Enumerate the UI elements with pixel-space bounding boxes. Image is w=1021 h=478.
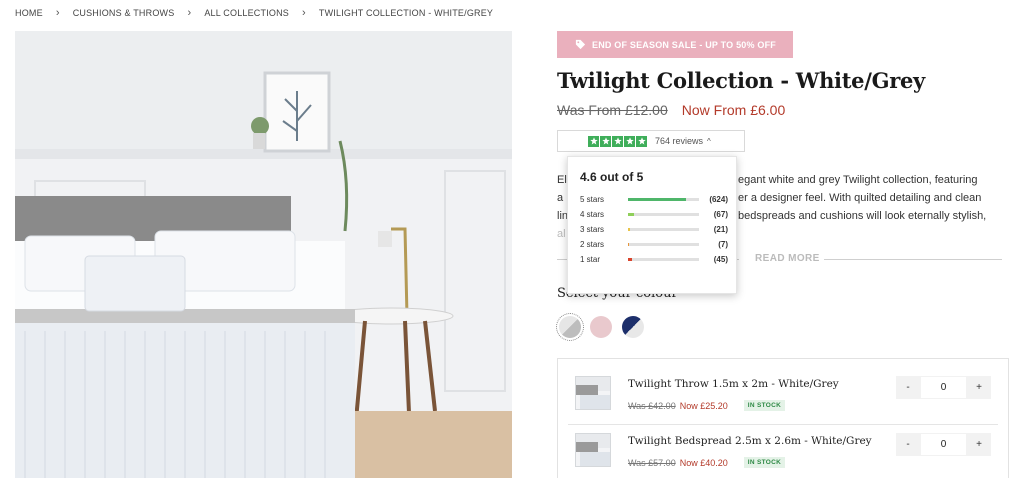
item-now-price: Now £25.20 [679, 400, 728, 411]
rating-row-count: (45) [713, 255, 728, 264]
breadcrumb-home[interactable]: HOME [15, 8, 43, 18]
rating-row-4[interactable]: 4 stars (67) [580, 210, 728, 220]
rating-row-1[interactable]: 1 star (45) [580, 255, 728, 265]
quantity-input[interactable]: 0 [920, 433, 967, 456]
rating-bar-track [628, 258, 699, 261]
stock-badge: IN STOCK [743, 457, 786, 468]
star-icon [624, 135, 635, 147]
rating-bar-fill [628, 198, 687, 201]
item-prices: Was £42.00 Now £25.20 IN STOCK [628, 400, 786, 411]
product-prices: Was From £12.00 Now From £6.00 [557, 102, 785, 118]
rating-bar-track [628, 198, 699, 201]
average-rating: 4.6 out of 5 [580, 170, 644, 184]
chevron-right-icon: › [187, 6, 192, 19]
item-now-price: Now £40.20 [679, 457, 728, 468]
description-fragment: egant white and grey Twilight collection… [738, 174, 978, 186]
quantity-stepper: - 0 + [896, 433, 991, 456]
sale-banner[interactable]: END OF SEASON SALE - UP TO 50% OFF [557, 31, 793, 58]
chevron-right-icon: › [55, 6, 60, 19]
rating-row-count: (21) [713, 225, 728, 234]
star-icon [612, 135, 623, 147]
rating-row-3[interactable]: 3 stars (21) [580, 225, 728, 235]
rating-row-label: 2 stars [580, 240, 605, 249]
decrement-button[interactable]: - [896, 376, 920, 399]
swatch-white-grey[interactable] [556, 313, 584, 341]
sale-banner-label: END OF SEASON SALE - UP TO 50% OFF [592, 39, 776, 50]
rating-row-label: 1 star [580, 255, 601, 264]
tag-icon [575, 39, 586, 50]
quantity-input[interactable]: 0 [920, 376, 967, 399]
rating-row-count: (624) [709, 195, 728, 204]
rating-bar-track [628, 213, 699, 216]
item-was-price: Was £57.00 [628, 457, 676, 468]
star-icon [600, 135, 611, 147]
item-was-price: Was £42.00 [628, 400, 676, 411]
increment-button[interactable]: + [967, 376, 991, 399]
collection-items: Twilight Throw 1.5m x 2m - White/Grey Wa… [557, 358, 1009, 478]
product-title: Twilight Collection - White/Grey [557, 68, 925, 93]
list-item: Twilight Bedspread 2.5m x 2.6m - White/G… [558, 424, 1008, 478]
breadcrumb-current: TWILIGHT COLLECTION - WHITE/GREY [318, 8, 494, 18]
breadcrumb-all-collections[interactable]: ALL COLLECTIONS [204, 8, 289, 18]
rating-row-label: 3 stars [580, 225, 605, 234]
now-price: Now From £6.00 [681, 102, 786, 118]
rating-row-count: (7) [718, 240, 728, 249]
description-fragment: bedspreads and cushions will look eterna… [738, 210, 987, 222]
star-rating [588, 135, 647, 147]
rating-row-label: 5 stars [580, 195, 605, 204]
decrement-button[interactable]: - [896, 433, 920, 456]
star-icon [636, 135, 647, 147]
description-fragment: a [557, 192, 564, 204]
quantity-stepper: - 0 + [896, 376, 991, 399]
reviews-summary-button[interactable]: 764 reviews ^ [557, 130, 745, 152]
list-item: Twilight Throw 1.5m x 2m - White/Grey Wa… [558, 359, 1008, 416]
chevron-up-icon: ^ [707, 136, 711, 146]
was-price: Was From £12.00 [557, 102, 668, 118]
reviews-count: 764 reviews [655, 136, 704, 146]
rating-bar-fill [628, 243, 629, 246]
stock-badge: IN STOCK [743, 400, 786, 411]
item-name[interactable]: Twilight Bedspread 2.5m x 2.6m - White/G… [628, 435, 872, 447]
breadcrumb-cushions-throws[interactable]: CUSHIONS & THROWS [73, 8, 175, 18]
rating-row-5[interactable]: 5 stars (624) [580, 195, 728, 205]
rating-row-count: (67) [713, 210, 728, 219]
rating-breakdown-popover: 4.6 out of 5 5 stars (624) 4 stars (67) … [567, 156, 737, 294]
rating-row-label: 4 stars [580, 210, 605, 219]
read-more-button[interactable]: READ MORE [751, 253, 824, 264]
product-photo[interactable] [15, 31, 512, 478]
rating-bar-fill [628, 258, 633, 261]
star-icon [588, 135, 599, 147]
description-fragment: El [557, 174, 567, 186]
rating-row-2[interactable]: 2 stars (7) [580, 240, 728, 250]
rating-bar-fill [628, 213, 635, 216]
chevron-right-icon: › [302, 6, 306, 19]
increment-button[interactable]: + [967, 433, 991, 456]
divider-line [822, 259, 1002, 260]
item-thumbnail[interactable] [575, 433, 611, 467]
item-thumbnail[interactable] [575, 376, 611, 410]
item-name[interactable]: Twilight Throw 1.5m x 2m - White/Grey [628, 378, 839, 390]
rating-bar-track [628, 243, 699, 246]
breadcrumb: HOME › CUSHIONS & THROWS › ALL COLLECTIO… [15, 6, 494, 19]
throw-thumbnail-icon [576, 385, 610, 409]
bedspread-thumbnail-icon [576, 442, 610, 466]
rating-bar-track [628, 228, 699, 231]
description-fragment: er a designer feel. With quilted detaili… [738, 192, 982, 204]
rating-bar-fill [628, 228, 631, 231]
swatch-navy-white[interactable] [622, 316, 644, 338]
item-prices: Was £57.00 Now £40.20 IN STOCK [628, 457, 786, 468]
swatch-pink[interactable] [590, 316, 612, 338]
bedroom-photo-icon [15, 31, 512, 478]
description-fragment: al [557, 228, 566, 240]
